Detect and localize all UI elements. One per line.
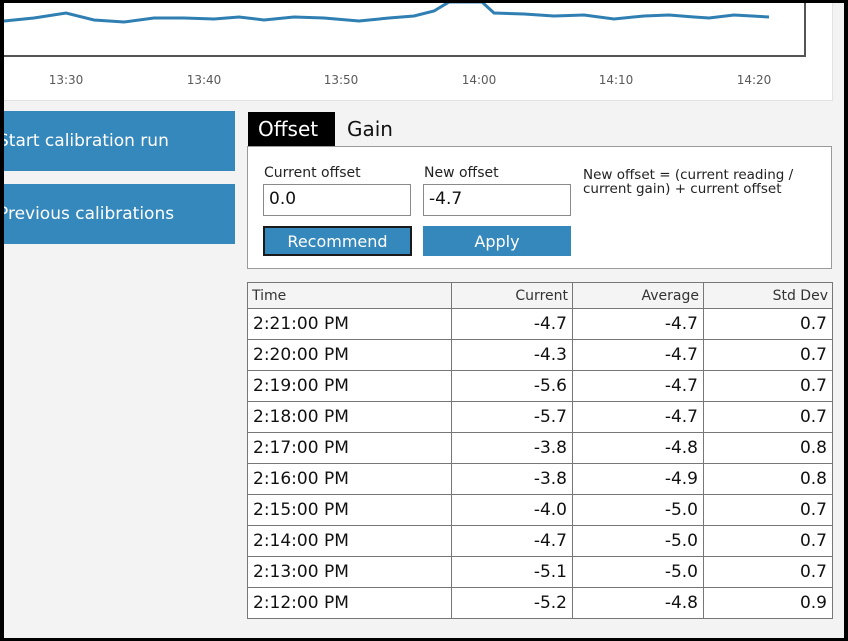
cell-std-dev: 0.7 [703,339,833,371]
tab-offset-label: Offset [258,117,319,141]
cell-time: 2:14:00 PM [247,525,452,557]
table-row[interactable]: 2:13:00 PM -5.1 -5.0 0.7 [247,556,833,588]
previous-calibrations-label: Previous calibrations [4,204,175,224]
table-row[interactable]: 2:20:00 PM -4.3 -4.7 0.7 [247,339,833,371]
column-header-time[interactable]: Time [247,282,452,309]
cell-time: 2:19:00 PM [247,370,452,402]
column-header-std-dev[interactable]: Std Dev [703,282,833,309]
app-window: 13:30 13:40 13:50 14:00 14:10 14:20 Star… [4,3,844,638]
cell-std-dev: 0.7 [703,370,833,402]
current-offset-field[interactable]: 0.0 [263,184,411,216]
cell-average: -4.7 [572,308,704,340]
table-row[interactable]: 2:21:00 PM -4.7 -4.7 0.7 [247,308,833,340]
cell-time: 2:13:00 PM [247,556,452,588]
table-header-row: Time Current Average Std Dev [247,282,833,309]
new-offset-label: New offset [424,165,499,181]
cell-current: -3.8 [451,432,573,464]
x-tick-label: 14:00 [462,73,497,87]
cell-current: -4.7 [451,308,573,340]
cell-std-dev: 0.7 [703,401,833,433]
cell-std-dev: 0.7 [703,525,833,557]
cell-time: 2:17:00 PM [247,432,452,464]
calibration-readings-table: Time Current Average Std Dev 2:21:00 PM … [247,282,833,619]
line-chart: 13:30 13:40 13:50 14:00 14:10 14:20 [4,3,806,87]
cell-average: -5.0 [572,525,704,557]
cell-std-dev: 0.7 [703,556,833,588]
table-row[interactable]: 2:14:00 PM -4.7 -5.0 0.7 [247,525,833,557]
cell-current: -4.0 [451,494,573,526]
start-calibration-run-label: Start calibration run [4,131,169,151]
cell-average: -4.7 [572,370,704,402]
cell-time: 2:20:00 PM [247,339,452,371]
tab-gain-label: Gain [347,117,393,141]
recommend-button[interactable]: Recommend [263,226,412,256]
apply-button-label: Apply [474,231,520,251]
table-row[interactable]: 2:16:00 PM -3.8 -4.9 0.8 [247,463,833,495]
cell-time: 2:15:00 PM [247,494,452,526]
cell-std-dev: 0.9 [703,587,833,619]
cell-average: -4.7 [572,401,704,433]
table-row[interactable]: 2:15:00 PM -4.0 -5.0 0.7 [247,494,833,526]
previous-calibrations-button[interactable]: Previous calibrations [4,184,235,244]
table-row[interactable]: 2:18:00 PM -5.7 -4.7 0.7 [247,401,833,433]
tab-offset[interactable]: Offset [248,112,335,146]
cell-average: -4.9 [572,463,704,495]
cell-current: -5.7 [451,401,573,433]
offset-formula-text: New offset = (current reading / current … [583,167,794,197]
cell-current: -5.1 [451,556,573,588]
cell-current: -3.8 [451,463,573,495]
cell-average: -4.8 [572,587,704,619]
cell-current: -5.2 [451,587,573,619]
cell-std-dev: 0.7 [703,494,833,526]
x-tick-label: 13:50 [324,73,359,87]
cell-std-dev: 0.8 [703,432,833,464]
chart-series-line [4,3,770,24]
cell-average: -5.0 [572,556,704,588]
new-offset-field[interactable]: -4.7 [423,184,571,216]
apply-button[interactable]: Apply [423,226,571,256]
cell-current: -4.3 [451,339,573,371]
cell-std-dev: 0.7 [703,308,833,340]
offset-panel: Current offset 0.0 New offset -4.7 New o… [247,146,832,269]
cell-time: 2:21:00 PM [247,308,452,340]
cell-current: -4.7 [451,525,573,557]
x-tick-label: 13:40 [187,73,222,87]
x-tick-label: 14:10 [599,73,634,87]
cell-std-dev: 0.8 [703,463,833,495]
cell-average: -4.8 [572,432,704,464]
cell-time: 2:16:00 PM [247,463,452,495]
x-tick-label: 13:30 [49,73,84,87]
table-row[interactable]: 2:17:00 PM -3.8 -4.8 0.8 [247,432,833,464]
chart-panel: 13:30 13:40 13:50 14:00 14:10 14:20 [4,3,833,101]
recommend-button-label: Recommend [287,231,388,251]
tab-gain[interactable]: Gain [337,112,407,146]
column-header-current[interactable]: Current [451,282,573,309]
cell-time: 2:12:00 PM [247,587,452,619]
cell-time: 2:18:00 PM [247,401,452,433]
cell-current: -5.6 [451,370,573,402]
current-offset-label: Current offset [264,165,361,181]
x-tick-label: 14:20 [737,73,772,87]
column-header-average[interactable]: Average [572,282,704,309]
cell-average: -4.7 [572,339,704,371]
start-calibration-run-button[interactable]: Start calibration run [4,111,235,171]
table-row[interactable]: 2:19:00 PM -5.6 -4.7 0.7 [247,370,833,402]
table-row[interactable]: 2:12:00 PM -5.2 -4.8 0.9 [247,587,833,619]
cell-average: -5.0 [572,494,704,526]
